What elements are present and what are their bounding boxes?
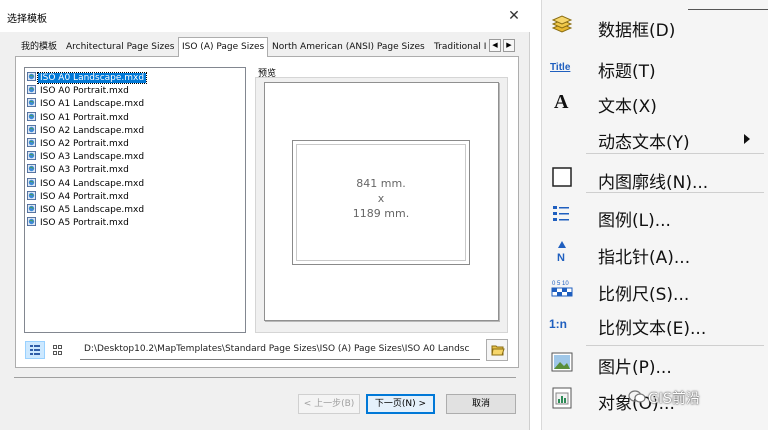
template-list-item[interactable]: ISO A3 Portrait.mxd [27, 164, 131, 177]
template-name: ISO A2 Landscape.mxd [40, 125, 145, 136]
next-button[interactable]: 下一页(N) > [366, 394, 435, 414]
template-name: ISO A4 Portrait.mxd [40, 191, 129, 202]
menu-separator [586, 192, 764, 193]
watermark-text: GIS前沿 [648, 391, 700, 407]
map-document-icon [27, 124, 36, 134]
svg-text:0 5 10: 0 5 10 [552, 281, 569, 287]
tab-iso-a[interactable]: ISO (A) Page Sizes [178, 37, 268, 57]
map-document-icon [27, 217, 36, 227]
menu-item-label: 图片(P)... [598, 358, 672, 378]
tab-north-american[interactable]: North American (ANSI) Page Sizes [269, 39, 431, 56]
menu-item-label: 标题(T) [598, 62, 656, 82]
tab-scroll-right-icon[interactable]: ▶ [503, 39, 515, 52]
svg-text:Title: Title [550, 62, 571, 73]
template-name: ISO A0 Landscape.mxd [36, 72, 148, 84]
wechat-icon [628, 390, 646, 403]
scale-text-icon: 1:n [549, 310, 575, 336]
tab-scroll-left-icon[interactable]: ◀ [489, 39, 501, 52]
template-name: ISO A3 Landscape.mxd [40, 152, 145, 163]
template-list-item[interactable]: ISO A5 Landscape.mxd [27, 204, 146, 217]
template-list-item[interactable]: ISO A4 Landscape.mxd [27, 177, 146, 191]
back-button[interactable]: < 上一步(B) [298, 394, 360, 414]
data-frame-icon [549, 12, 575, 38]
scale-bar-icon: 0 5 10 [549, 276, 575, 302]
map-document-icon [27, 111, 36, 121]
template-list-item[interactable]: ISO A1 Portrait.mxd [27, 111, 131, 125]
neatline-icon [549, 164, 575, 190]
title-bar: 选择模板 ✕ [0, 0, 530, 32]
template-list-item[interactable]: ISO A0 Portrait.mxd [27, 85, 131, 98]
thumbnail-view-icon [53, 345, 62, 355]
template-list-item[interactable]: ISO A3 Landscape.mxd [27, 151, 146, 164]
map-document-icon [27, 177, 36, 187]
close-icon[interactable]: ✕ [504, 6, 524, 26]
template-list[interactable]: ISO A0 Landscape.mxd ISO A0 Portrait.mxd I… [24, 67, 246, 333]
map-document-icon [27, 98, 36, 108]
open-folder-icon [491, 345, 505, 356]
template-list-item[interactable]: ISO A1 Landscape.mxd [27, 98, 146, 111]
submenu-arrow-icon [744, 134, 750, 144]
list-view-button[interactable] [25, 341, 45, 359]
template-name: ISO A5 Portrait.mxd [40, 218, 129, 229]
list-view-icon [30, 345, 40, 355]
template-list-item[interactable]: ISO A2 Portrait.mxd [27, 138, 131, 151]
preview-x: x [377, 192, 385, 205]
tab-traditional[interactable]: Traditional I [431, 39, 488, 56]
menu-item-label: 数据框(D) [598, 21, 676, 41]
legend-icon [549, 202, 575, 228]
preview-height: 1189 mm. [352, 207, 410, 220]
dialog-title: 选择模板 [7, 14, 47, 25]
map-document-icon [27, 204, 36, 213]
template-list-item[interactable]: ISO A5 Portrait.mxd [27, 217, 131, 230]
map-document-icon [27, 190, 36, 200]
menu-item-label: 文本(X) [598, 97, 657, 117]
object-icon [549, 385, 575, 411]
preview-width: 841 mm. [356, 177, 406, 190]
template-list-item[interactable]: ISO A4 Portrait.mxd [27, 190, 131, 204]
map-document-icon [27, 85, 36, 95]
menu-separator [586, 153, 764, 154]
title-icon: Title [549, 53, 575, 79]
north-arrow-icon: N [549, 239, 575, 265]
template-list-item[interactable]: ISO A2 Landscape.mxd [27, 124, 146, 138]
template-name: ISO A2 Portrait.mxd [40, 139, 129, 149]
template-name: ISO A5 Landscape.mxd [40, 205, 145, 215]
template-name: ISO A0 Portrait.mxd [40, 86, 129, 97]
menu-item-label: 动态文本(Y) [598, 133, 690, 153]
svg-text:1:n: 1:n [549, 317, 567, 331]
menu-separator [586, 345, 764, 346]
template-list-item[interactable]: ISO A0 Landscape.mxd [27, 72, 148, 85]
menu-item-label: 内图廓线(N)... [598, 173, 709, 193]
map-document-icon [27, 138, 36, 147]
template-name: ISO A1 Portrait.mxd [40, 112, 129, 123]
menu-item-label: 比例文本(E)... [598, 319, 707, 339]
menu-item-label: 图例(L)... [598, 211, 671, 231]
text-icon: A [549, 88, 575, 114]
picture-icon [549, 349, 575, 375]
button-separator [14, 377, 516, 378]
template-path-field[interactable]: D:\Desktop10.2\MapTemplates\Standard Pag… [80, 340, 480, 360]
menu-item-label: 指北针(A)... [598, 248, 691, 268]
svg-text:A: A [554, 91, 569, 113]
tab-my-templates[interactable]: 我的模板 [18, 39, 62, 56]
map-document-icon [27, 72, 36, 81]
svg-text:N: N [557, 252, 565, 264]
cancel-button[interactable]: 取消 [446, 394, 516, 414]
template-name: ISO A3 Portrait.mxd [40, 165, 129, 176]
menu-item-label: 比例尺(S)... [598, 285, 690, 305]
thumbnail-view-button[interactable] [48, 341, 68, 359]
map-document-icon [27, 164, 36, 174]
map-document-icon [27, 151, 36, 161]
template-name: ISO A4 Landscape.mxd [40, 178, 145, 189]
tab-architectural[interactable]: Architectural Page Sizes [63, 39, 177, 56]
template-name: ISO A1 Landscape.mxd [40, 99, 145, 110]
browse-folder-button[interactable] [486, 339, 508, 361]
